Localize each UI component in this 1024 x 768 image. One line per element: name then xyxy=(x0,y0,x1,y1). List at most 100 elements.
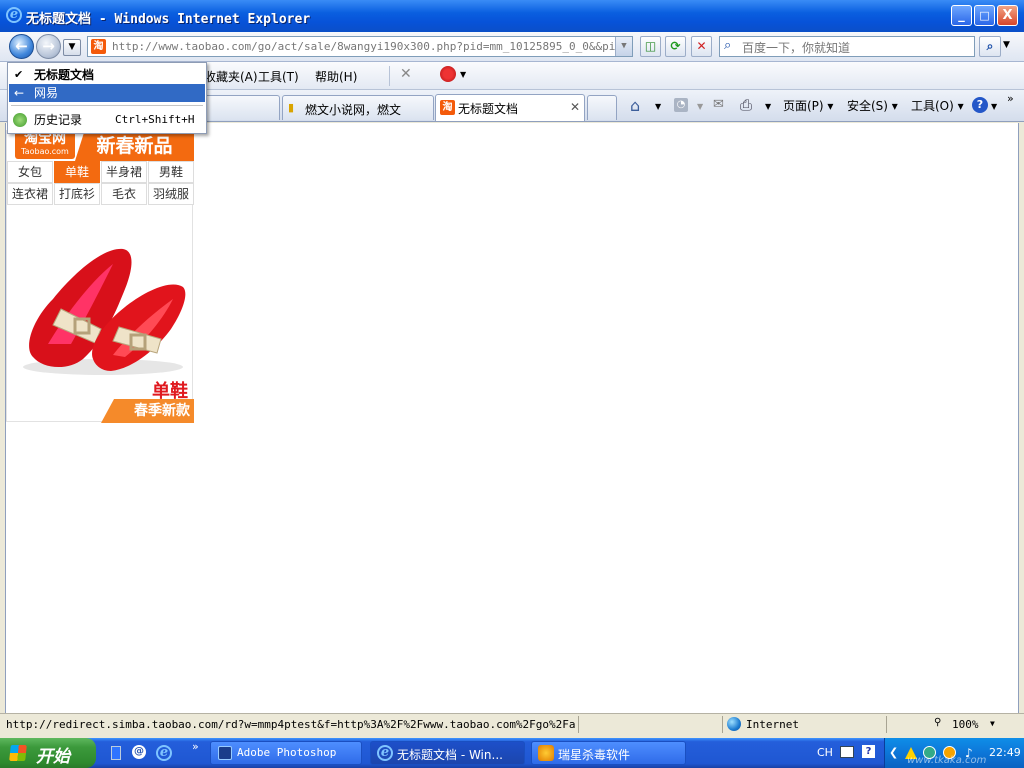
refresh-button[interactable]: ⟳ xyxy=(665,36,686,57)
close-toolbar-icon[interactable]: ✕ xyxy=(400,66,412,82)
help-icon[interactable]: ? xyxy=(972,97,988,113)
home-icon[interactable]: ⌂ xyxy=(630,96,640,115)
logo-subtext: Taobao.com xyxy=(21,147,69,156)
tools-menu[interactable]: 工具(O) ▾ xyxy=(911,97,964,114)
address-dropdown-icon[interactable]: ▼ xyxy=(615,37,632,56)
category-flats[interactable]: 单鞋 xyxy=(54,161,100,183)
forward-button[interactable]: → xyxy=(36,34,61,59)
search-provider-icon: ⌕ xyxy=(724,38,732,53)
tab-untitled-document[interactable]: 淘 无标题文档 ✕ xyxy=(435,94,585,121)
taobao-favicon-icon: 淘 xyxy=(440,100,455,115)
history-item-netease[interactable]: ← 网易 xyxy=(9,84,205,102)
search-options-icon[interactable]: ▼ xyxy=(1003,40,1010,50)
clock[interactable]: 22:49 xyxy=(989,746,1021,759)
tab-label: 无标题文档 xyxy=(458,102,519,116)
rising-antivirus-icon xyxy=(538,745,554,761)
address-input[interactable]: http://www.taobao.com/go/act/sale/8wangy… xyxy=(112,40,632,53)
back-button[interactable]: ← xyxy=(9,34,34,59)
history-item-history[interactable]: 历史记录 Ctrl+Shift+H xyxy=(9,111,205,129)
print-dropdown-icon[interactable]: ▼ xyxy=(765,102,771,111)
keyboard-icon[interactable] xyxy=(840,746,854,758)
history-shortcut: Ctrl+Shift+H xyxy=(115,113,195,126)
home-dropdown-icon[interactable]: ▼ xyxy=(655,102,661,111)
site-favicon-icon: 淘 xyxy=(91,39,106,54)
status-divider xyxy=(886,716,887,733)
close-button[interactable]: X xyxy=(997,5,1018,26)
history-item-label: 无标题文档 xyxy=(34,68,95,82)
taobao-ad-banner[interactable]: 淘宝网 Taobao.com 新春新品 女包 单鞋 半身裙 男鞋 连衣裙 打底衫 … xyxy=(6,130,194,423)
taskbar-photoshop[interactable]: Adobe Photoshop xyxy=(210,741,362,765)
category-men-shoes[interactable]: 男鞋 xyxy=(148,161,194,183)
new-tab-button[interactable] xyxy=(587,95,617,120)
addon-dropdown-icon[interactable]: ▼ xyxy=(460,70,466,79)
tab-ranwen[interactable]: ▮ 燃文小说网，燃文 xyxy=(282,95,434,120)
safety-menu[interactable]: 安全(S) ▾ xyxy=(847,97,898,114)
quicklaunch-ie-icon[interactable]: e xyxy=(156,745,172,761)
ie-icon: e xyxy=(6,7,22,23)
quicklaunch-overflow-icon[interactable]: » xyxy=(192,740,199,753)
stop-button[interactable]: ✕ xyxy=(691,36,712,57)
start-label: 开始 xyxy=(36,747,70,767)
tray-expand-icon[interactable]: ❮ xyxy=(889,746,898,759)
toolbar-overflow-icon[interactable]: » xyxy=(1007,92,1014,105)
start-button[interactable]: 开始 xyxy=(0,738,96,768)
page-menu-label: 页面(P) xyxy=(783,99,824,113)
red-shoes-image[interactable] xyxy=(13,239,189,379)
menu-help[interactable]: 帮助(H) xyxy=(315,68,357,85)
status-divider xyxy=(722,716,723,733)
language-indicator[interactable]: CH xyxy=(817,746,833,759)
compatibility-view-icon[interactable]: ◫ xyxy=(640,36,661,57)
taskbar-button-label: 瑞星杀毒软件 xyxy=(558,748,631,762)
print-icon[interactable]: ⎙ xyxy=(740,96,752,114)
zoom-level[interactable]: 100% xyxy=(952,718,979,731)
category-down-jackets[interactable]: 羽绒服 xyxy=(148,183,194,205)
menu-tools[interactable]: 工具(T) xyxy=(258,68,299,85)
internet-zone-icon xyxy=(727,717,741,731)
check-icon: ✔ xyxy=(14,68,24,81)
feeds-icon[interactable]: ◔ xyxy=(674,98,688,112)
page-menu[interactable]: 页面(P) ▾ xyxy=(783,97,833,114)
security-zone: Internet xyxy=(746,718,799,731)
help-tray-icon[interactable]: ? xyxy=(862,745,875,758)
quicklaunch-desktop-icon[interactable] xyxy=(111,746,121,760)
history-item-current[interactable]: ✔ 无标题文档 xyxy=(9,66,205,84)
menu-favorites[interactable]: 收藏夹(A) xyxy=(204,68,258,85)
system-tray: ❮ ♪ 22:49 www.tkaka.com xyxy=(884,738,1024,768)
back-arrow-icon: ← xyxy=(14,86,25,100)
close-tab-icon[interactable]: ✕ xyxy=(570,100,580,114)
search-input[interactable]: 百度一下，你就知道 xyxy=(742,39,850,56)
taskbar-button-label: Adobe Photoshop xyxy=(237,746,337,759)
tab-label: 燃文小说网，燃文 xyxy=(305,103,402,117)
taobao-logo[interactable]: 淘宝网 Taobao.com xyxy=(15,131,75,159)
window-title: 无标题文档 - Windows Internet Explorer xyxy=(26,12,311,27)
photoshop-icon xyxy=(218,746,232,760)
status-divider xyxy=(578,716,579,733)
taskbar-rising-antivirus[interactable]: 瑞星杀毒软件 xyxy=(531,741,686,765)
maximize-button[interactable]: □ xyxy=(974,5,995,26)
feeds-dropdown-icon[interactable]: ▼ xyxy=(697,102,703,111)
category-sweaters[interactable]: 毛衣 xyxy=(101,183,147,205)
quicklaunch-icon[interactable]: @ xyxy=(132,745,146,759)
mail-icon[interactable]: ✉ xyxy=(713,97,724,112)
search-button[interactable]: ⌕ xyxy=(979,36,1001,57)
zoom-dropdown-icon[interactable]: ▼ xyxy=(990,719,995,728)
ie-icon: e xyxy=(377,745,393,761)
address-bar[interactable]: 淘 http://www.taobao.com/go/act/sale/8wan… xyxy=(87,36,633,57)
history-icon xyxy=(13,113,27,127)
taskbar-button-label: 无标题文档 - Win... xyxy=(397,748,503,762)
menu-separator xyxy=(11,105,203,106)
promo-banner[interactable]: 春季新款 xyxy=(101,399,194,423)
help-dropdown-icon[interactable]: ▼ xyxy=(991,102,997,111)
recent-pages-dropdown-button[interactable]: ▼ xyxy=(63,39,81,56)
status-url: http://redirect.simba.taobao.com/rd?w=mm… xyxy=(6,718,576,731)
category-women-bags[interactable]: 女包 xyxy=(7,161,53,183)
category-base-shirts[interactable]: 打底衫 xyxy=(54,183,100,205)
minimize-button[interactable]: _ xyxy=(951,5,972,26)
category-skirts[interactable]: 半身裙 xyxy=(101,161,147,183)
title-bar[interactable]: e 无标题文档 - Windows Internet Explorer _ □ … xyxy=(0,0,1024,32)
search-box[interactable]: ⌕ 百度一下，你就知道 xyxy=(719,36,975,57)
history-dropdown-menu: ✔ 无标题文档 ← 网易 历史记录 Ctrl+Shift+H xyxy=(7,62,207,134)
category-dresses[interactable]: 连衣裙 xyxy=(7,183,53,205)
taskbar-ie-window[interactable]: e 无标题文档 - Win... xyxy=(370,741,525,765)
translate-addon-icon[interactable] xyxy=(440,66,456,82)
